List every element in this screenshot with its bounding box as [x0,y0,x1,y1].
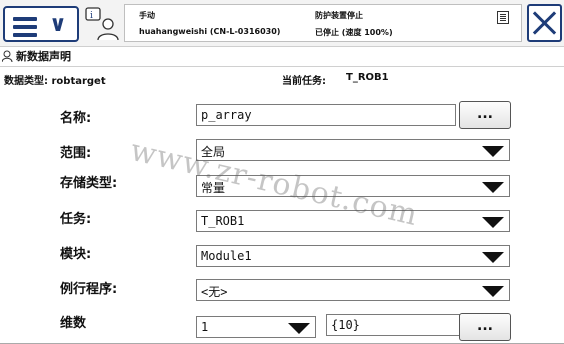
task-value: T_ROB1 [201,214,245,228]
name-field[interactable]: p_array [196,104,456,126]
window-title-text: 新数据声明 [16,50,71,63]
module-label: 模块: [60,247,92,262]
run-status: 已停止 (速度 100%) [315,28,393,37]
data-declaration-icon [2,50,13,62]
dropdown-arrow-icon [482,182,504,193]
window-title: 新数据声明 [2,48,202,64]
dimensions-dropdown[interactable]: 1 [196,316,316,338]
name-value: p_array [201,108,252,122]
top-bar: ∨ i 手动 huahangweishi (CN-L-0316030) 防护装置… [0,0,564,47]
dropdown-arrow-icon [482,217,504,228]
storage-type-label: 存储类型: [60,176,118,191]
operating-mode: 手动 [139,11,155,20]
scope-value: 全局 [201,145,226,159]
dropdown-arrow-icon [288,323,310,334]
dropdown-arrow-icon [482,146,504,157]
chevron-down-icon: ∨ [49,12,67,37]
svg-text:i: i [90,11,93,21]
controller-name: huahangweishi (CN-L-0316030) [139,27,281,36]
name-label: 名称: [60,111,92,126]
event-log-icon[interactable] [497,11,509,24]
task-label: 任务: [60,212,92,227]
dimensions-value: 1 [201,320,209,334]
array-size-browse-button[interactable]: ... [459,313,511,341]
divider [0,66,564,67]
routine-label: 例行程序: [60,282,118,297]
name-browse-button[interactable]: ... [459,101,511,129]
data-type-label: 数据类型: robtarget [4,76,106,87]
module-value: Module1 [201,249,252,263]
dimensions-label: 维数 [60,316,87,331]
routine-value: <无> [201,285,228,299]
main-menu-button[interactable]: ∨ [3,6,79,42]
controller-status-icon[interactable]: i [84,6,122,42]
storage-type-value: 常量 [201,181,226,195]
current-task-value: T_ROB1 [346,72,389,83]
scope-dropdown[interactable]: 全局 [196,139,510,161]
close-button[interactable] [527,4,562,42]
array-size-field[interactable]: {10} [326,314,460,336]
task-dropdown[interactable]: T_ROB1 [196,210,510,232]
routine-dropdown[interactable]: <无> [196,279,510,301]
menu-icon [13,17,37,41]
current-task-label: 当前任务: [282,76,326,87]
guard-status: 防护装置停止 [315,11,363,20]
dropdown-arrow-icon [482,286,504,297]
dropdown-arrow-icon [482,252,504,263]
array-size-value: {10} [331,318,360,332]
status-panel[interactable]: 手动 huahangweishi (CN-L-0316030) 防护装置停止 已… [124,4,522,42]
module-dropdown[interactable]: Module1 [196,245,510,267]
scope-label: 范围: [60,146,92,161]
storage-type-dropdown[interactable]: 常量 [196,175,510,197]
